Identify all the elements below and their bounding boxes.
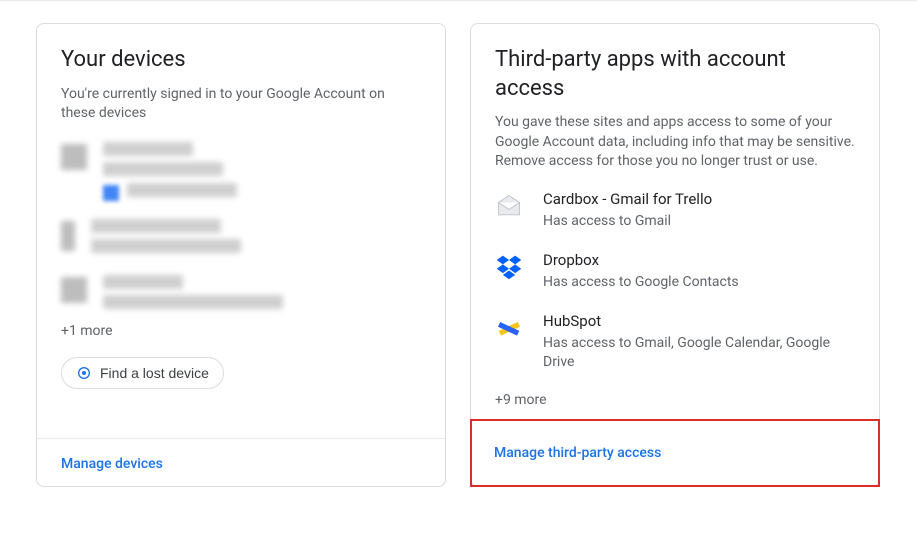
manage-third-party-highlight: Manage third-party access: [470, 419, 880, 487]
devices-description: You're currently signed in to your Googl…: [61, 85, 421, 124]
device-row[interactable]: [61, 219, 421, 259]
app-access-description: Has access to Google Contacts: [543, 273, 739, 292]
manage-devices-link[interactable]: Manage devices: [61, 456, 163, 472]
app-row[interactable]: HubSpot Has access to Gmail, Google Cale…: [495, 312, 855, 372]
find-lost-device-button[interactable]: Find a lost device: [61, 357, 224, 389]
device-name-redacted: [103, 142, 193, 156]
device-detail-redacted: [103, 162, 223, 176]
device-name-redacted: [103, 275, 183, 289]
thirdparty-title: Third-party apps with account access: [495, 46, 855, 103]
app-name: Dropbox: [543, 251, 739, 269]
app-name: Cardbox - Gmail for Trello: [543, 190, 712, 208]
device-icon: [61, 144, 87, 170]
app-row[interactable]: Dropbox Has access to Google Contacts: [495, 251, 855, 292]
device-detail-redacted: [127, 183, 237, 197]
app-access-description: Has access to Gmail: [543, 212, 712, 231]
device-detail-redacted: [91, 239, 241, 253]
thirdparty-description: You gave these sites and apps access to …: [495, 113, 855, 172]
apps-more-count[interactable]: +9 more: [495, 392, 855, 408]
manage-third-party-access-link[interactable]: Manage third-party access: [494, 445, 661, 461]
your-devices-card: Your devices You're currently signed in …: [36, 23, 446, 487]
app-name: HubSpot: [543, 312, 855, 330]
device-row[interactable]: [61, 142, 421, 203]
devices-title: Your devices: [61, 46, 421, 75]
app-access-description: Has access to Gmail, Google Calendar, Go…: [543, 334, 855, 372]
hubspot-icon: [495, 314, 523, 342]
devices-more-count[interactable]: +1 more: [61, 323, 421, 339]
envelope-icon: [495, 192, 523, 220]
find-lost-device-label: Find a lost device: [100, 365, 209, 381]
device-detail-redacted: [103, 295, 283, 309]
device-icon: [61, 277, 87, 303]
app-row[interactable]: Cardbox - Gmail for Trello Has access to…: [495, 190, 855, 231]
target-icon: [76, 365, 92, 381]
device-status-dot: [103, 185, 119, 201]
device-icon: [61, 221, 75, 251]
device-row[interactable]: [61, 275, 421, 315]
dropbox-icon: [495, 253, 523, 281]
third-party-apps-card: Third-party apps with account access You…: [470, 23, 880, 487]
device-name-redacted: [91, 219, 221, 233]
